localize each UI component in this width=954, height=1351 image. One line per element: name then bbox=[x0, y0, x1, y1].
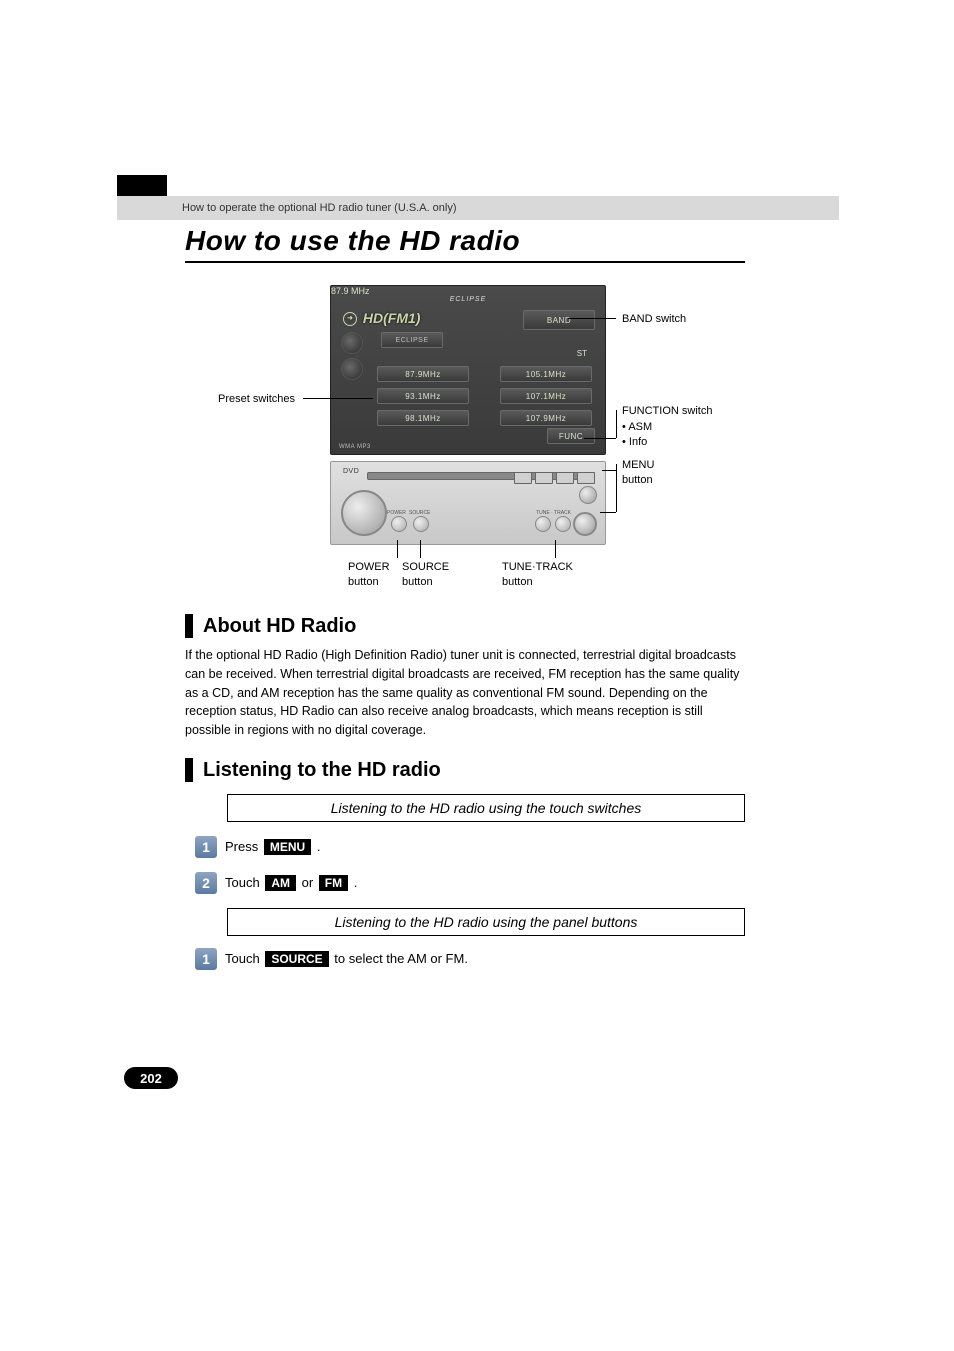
side-icon-1 bbox=[341, 332, 363, 354]
format-icons: WMA MP3 bbox=[339, 444, 371, 450]
section-about-head: About HD Radio bbox=[185, 614, 356, 638]
station-name: ECLIPSE bbox=[381, 332, 443, 348]
step-2-row: 2 Touch AM or FM . bbox=[195, 872, 357, 894]
preset-1[interactable]: 87.9MHz bbox=[377, 366, 469, 382]
section-bar-icon-2 bbox=[185, 758, 193, 782]
hd-icon: ➜ bbox=[343, 312, 357, 326]
am-key: AM bbox=[265, 875, 296, 891]
step-1-text: Press MENU . bbox=[225, 839, 320, 855]
callout-preset-line bbox=[303, 398, 373, 399]
volume-knob[interactable] bbox=[341, 490, 387, 536]
power-button[interactable] bbox=[391, 516, 407, 532]
callout-func-info: • Info bbox=[622, 435, 647, 450]
step-b1-text: Touch SOURCE to select the AM or FM. bbox=[225, 951, 468, 967]
breadcrumb: How to operate the optional HD radio tun… bbox=[117, 202, 457, 214]
callout-menu-line1 bbox=[602, 470, 616, 471]
function-switch[interactable]: FUNC bbox=[547, 428, 595, 444]
side-icons bbox=[341, 332, 371, 384]
side-icon-2 bbox=[341, 358, 363, 380]
sub-box-panel: Listening to the HD radio using the pane… bbox=[227, 908, 745, 936]
about-body: If the optional HD Radio (High Definitio… bbox=[185, 646, 745, 740]
callout-func-asm: • ASM bbox=[622, 420, 652, 435]
callout-func-asm-txt: ASM bbox=[628, 421, 652, 433]
slot-icon-3 bbox=[556, 472, 574, 484]
step-2-suffix: . bbox=[354, 875, 358, 890]
radio-screen: ECLIPSE ➜ HD(FM1) BAND ECLIPSE 87.9 MHz … bbox=[330, 285, 606, 455]
tunetrack-tiny: TUNE · TRACK bbox=[536, 510, 571, 516]
title-rule bbox=[185, 261, 745, 263]
callout-func-info-txt: Info bbox=[629, 436, 647, 448]
menu-key: MENU bbox=[264, 839, 311, 855]
slot-icon-1 bbox=[514, 472, 532, 484]
step-2-mid: or bbox=[302, 875, 317, 890]
page-title: How to use the HD radio bbox=[185, 225, 520, 257]
section-about-title: About HD Radio bbox=[203, 615, 356, 638]
step-1-num: 1 bbox=[195, 836, 217, 858]
callout-menu: MENU button bbox=[622, 458, 654, 488]
preset-5[interactable]: 107.1MHz bbox=[500, 388, 592, 404]
header-band: How to operate the optional HD radio tun… bbox=[117, 196, 839, 220]
preset-2[interactable]: 93.1MHz bbox=[377, 388, 469, 404]
step-2-prefix: Touch bbox=[225, 875, 263, 890]
section-listen-head: Listening to the HD radio bbox=[185, 758, 441, 782]
step-b1-prefix: Touch bbox=[225, 951, 263, 966]
preset-4[interactable]: 105.1MHz bbox=[500, 366, 592, 382]
page-number: 202 bbox=[124, 1067, 178, 1089]
preset-grid: 87.9MHz 105.1MHz 93.1MHz 107.1MHz 98.1MH… bbox=[377, 366, 597, 426]
stereo-indicator: ST bbox=[573, 348, 591, 359]
brand-label: ECLIPSE bbox=[450, 296, 487, 303]
callout-func-line1 bbox=[584, 438, 616, 439]
mode-label: ➜ HD(FM1) bbox=[343, 310, 420, 326]
step-b1-suffix: to select the AM or FM. bbox=[334, 951, 468, 966]
step-1-row: 1 Press MENU . bbox=[195, 836, 320, 858]
callout-power: POWER button bbox=[348, 560, 390, 590]
preset-3[interactable]: 98.1MHz bbox=[377, 410, 469, 426]
step-b1-num: 1 bbox=[195, 948, 217, 970]
sub-box-panel-text: Listening to the HD radio using the pane… bbox=[335, 914, 638, 930]
menu-button[interactable] bbox=[573, 512, 597, 536]
callout-func-line2 bbox=[616, 410, 617, 438]
callout-power-line bbox=[397, 540, 398, 558]
callout-preset: Preset switches bbox=[218, 392, 295, 407]
step-1-suffix: . bbox=[317, 839, 321, 854]
callout-band: BAND switch bbox=[622, 312, 686, 327]
section-listen-title: Listening to the HD radio bbox=[203, 759, 441, 782]
tune-down[interactable] bbox=[535, 516, 551, 532]
slot-icons bbox=[514, 472, 595, 484]
step-b1-row: 1 Touch SOURCE to select the AM or FM. bbox=[195, 948, 468, 970]
callout-tune-line bbox=[555, 540, 556, 558]
callout-tune: TUNE·TRACK button bbox=[502, 560, 573, 590]
screen-topbar: ECLIPSE bbox=[339, 294, 597, 304]
slot-icon-2 bbox=[535, 472, 553, 484]
sub-box-touch: Listening to the HD radio using the touc… bbox=[227, 794, 745, 822]
callout-menu-line3 bbox=[600, 512, 616, 513]
source-tiny: SOURCE bbox=[409, 510, 430, 516]
radio-figure: ECLIPSE ➜ HD(FM1) BAND ECLIPSE 87.9 MHz … bbox=[330, 285, 606, 545]
step-2-num: 2 bbox=[195, 872, 217, 894]
source-button[interactable] bbox=[413, 516, 429, 532]
power-tiny: POWER bbox=[387, 510, 406, 516]
callout-func-title: FUNCTION switch bbox=[622, 404, 712, 419]
fm-key: FM bbox=[319, 875, 348, 891]
step-1-prefix: Press bbox=[225, 839, 262, 854]
band-switch[interactable]: BAND bbox=[523, 310, 595, 330]
mode-text: HD(FM1) bbox=[363, 310, 421, 326]
callout-menu-line2 bbox=[616, 464, 617, 512]
callout-band-line bbox=[568, 318, 616, 319]
open-button[interactable] bbox=[579, 486, 597, 504]
tune-up[interactable] bbox=[555, 516, 571, 532]
hardware-panel: DVD POWER SOURCE TUNE · TRACK bbox=[330, 461, 606, 545]
sub-box-touch-text: Listening to the HD radio using the touc… bbox=[331, 800, 642, 816]
step-2-text: Touch AM or FM . bbox=[225, 875, 357, 891]
section-bar-icon bbox=[185, 614, 193, 638]
callout-source: SOURCE button bbox=[402, 560, 449, 590]
preset-6[interactable]: 107.9MHz bbox=[500, 410, 592, 426]
slot-icon-4 bbox=[577, 472, 595, 484]
source-key: SOURCE bbox=[265, 951, 328, 967]
dvd-label: DVD bbox=[343, 468, 359, 475]
callout-source-line bbox=[420, 540, 421, 558]
